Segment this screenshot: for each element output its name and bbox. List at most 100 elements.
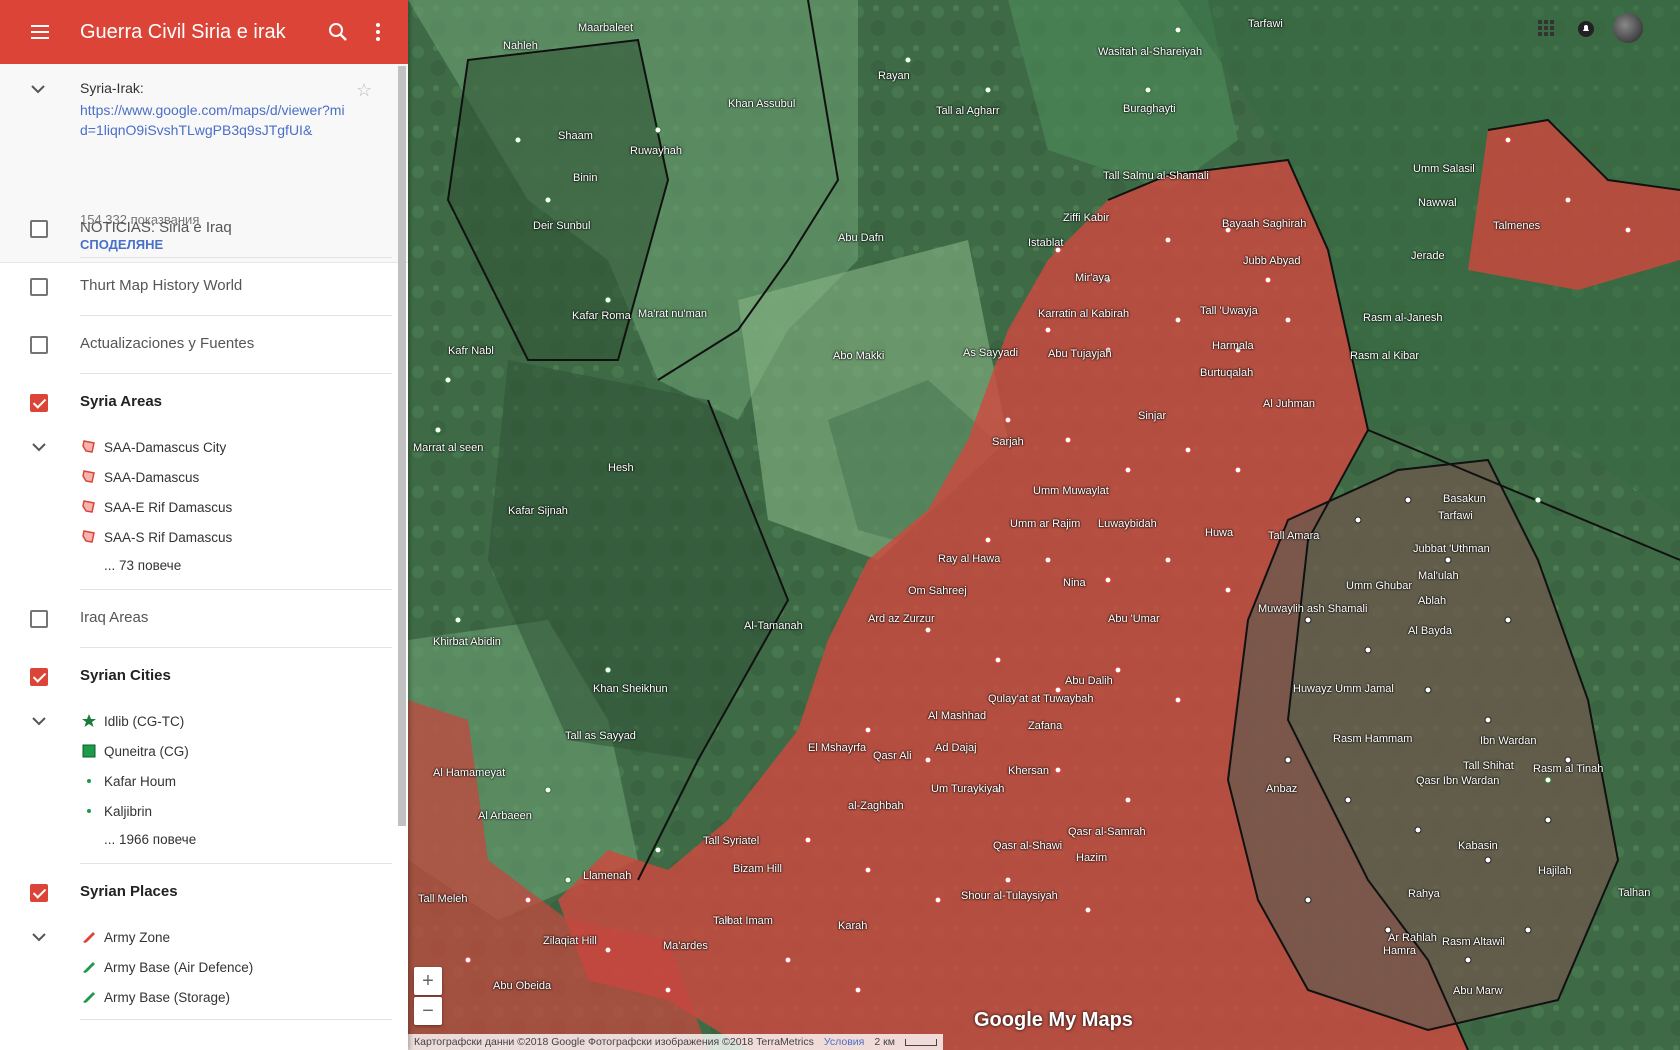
map-label: Mal'ulah xyxy=(1418,570,1459,582)
terms-link[interactable]: Условия xyxy=(824,1036,864,1048)
layer-item[interactable]: Army Base (Air Defence) xyxy=(80,952,253,982)
map-label: Harmala xyxy=(1212,340,1254,352)
layer-syria-areas: Syria Areas xyxy=(0,374,408,432)
map-label: Al Juhman xyxy=(1263,398,1315,410)
dot-marker-icon xyxy=(80,802,98,820)
layer-item[interactable]: SAA-E Rif Damascus xyxy=(80,492,232,522)
google-my-maps-logo: Google My Maps xyxy=(974,1009,1133,1031)
map-label: Rahya xyxy=(1408,888,1440,900)
notifications-icon[interactable] xyxy=(1578,20,1594,38)
map-label: Tarfawi xyxy=(1248,18,1283,30)
chevron-down-icon[interactable] xyxy=(31,932,47,942)
layer-name[interactable]: Syrian Cities xyxy=(80,667,171,684)
scale-bar xyxy=(904,1038,937,1046)
map-label: Marrat al seen xyxy=(413,442,484,454)
layer-name[interactable]: Syria Areas xyxy=(80,393,162,410)
map-label: Rasm al Tinah xyxy=(1533,763,1604,775)
map-label: Bizam Hill xyxy=(733,863,782,875)
layer-item[interactable]: Idlib (CG-TC) xyxy=(80,706,184,736)
layer-item[interactable]: Army Zone xyxy=(80,922,170,952)
map-label: Qasr al-Shawi xyxy=(993,840,1063,852)
scale-label: 2 км xyxy=(874,1036,895,1048)
layer-item[interactable]: SAA-Damascus xyxy=(80,462,199,492)
zoom-in-button[interactable]: + xyxy=(414,967,442,995)
map-label: Qasr Ali xyxy=(873,750,912,762)
map-label: Abu Dafn xyxy=(838,232,884,244)
zoom-out-button[interactable]: − xyxy=(414,997,442,1025)
map-label: Rayan xyxy=(878,70,910,82)
layer-item-label: Army Zone xyxy=(104,929,171,945)
layer-checkbox[interactable] xyxy=(30,610,48,628)
star-icon[interactable]: ☆ xyxy=(356,80,372,101)
scrollbar[interactable] xyxy=(398,66,406,826)
chevron-down-icon[interactable] xyxy=(30,84,46,94)
map-label: Wasitah al-Shareiyah xyxy=(1098,46,1203,58)
search-icon[interactable] xyxy=(318,12,358,52)
layer-item-label: Army Base (Storage) xyxy=(104,989,231,1005)
layer-checkbox[interactable] xyxy=(30,336,48,354)
chevron-down-icon[interactable] xyxy=(31,716,47,726)
map-label: Tall Shihat xyxy=(1463,760,1514,772)
map-label: Rasm al Kibar xyxy=(1350,350,1420,362)
layer-item-label: SAA-Damascus xyxy=(104,469,200,485)
more-items-link[interactable]: ... 1966 повече xyxy=(104,832,196,847)
map-label: Umm Salasil xyxy=(1413,163,1475,175)
map-label: Khan Assubul xyxy=(728,98,796,110)
layer-checkbox[interactable] xyxy=(30,220,48,238)
map-label: Kafar Roma xyxy=(572,310,631,322)
map-label: Ma'rat nu'man xyxy=(638,308,708,320)
map-title: Guerra Civil Siria e irak xyxy=(80,20,286,43)
map-label: Al Bayda xyxy=(1408,625,1453,637)
chevron-down-icon[interactable] xyxy=(31,442,47,452)
map-label: Abu Marw xyxy=(1453,985,1503,997)
layer-thurt-map-history-world: Thurt Map History World xyxy=(0,258,408,316)
map-label: Muwaylih ash Shamali xyxy=(1258,603,1368,615)
layer-item[interactable]: Kaljibrin xyxy=(80,796,152,826)
map-label: Ibn Wardan xyxy=(1480,735,1537,747)
map-label: Mir'aya xyxy=(1075,272,1111,284)
menu-icon[interactable] xyxy=(20,12,60,52)
map-link[interactable]: https://www.google.com/maps/d/viewer?mid… xyxy=(80,100,350,140)
apps-grid-icon[interactable] xyxy=(1538,20,1554,36)
layer-item[interactable]: Quneitra (CG) xyxy=(80,736,189,766)
layer-checkbox[interactable] xyxy=(30,884,48,902)
map-label: Ruwayhah xyxy=(630,145,682,157)
polygon-icon xyxy=(80,528,98,546)
rifle-icon xyxy=(80,928,98,946)
avatar[interactable] xyxy=(1613,13,1643,43)
layer-item[interactable]: SAA-Damascus City xyxy=(80,432,226,462)
layer-checkbox[interactable] xyxy=(30,394,48,412)
more-items-link[interactable]: ... 73 повече xyxy=(104,558,181,573)
map-label: Tall Syriatel xyxy=(703,835,760,847)
layer-item[interactable]: SAA-S Rif Damascus xyxy=(80,522,232,552)
layer-item[interactable]: Army Base (Storage) xyxy=(80,982,230,1012)
layer-checkbox[interactable] xyxy=(30,278,48,296)
layer-iraq-areas: Iraq Areas xyxy=(0,590,408,648)
map-label: Tall as Sayyad xyxy=(565,730,636,742)
map-label: Karratin al Kabirah xyxy=(1038,308,1130,320)
layer-item-label: Quneitra (CG) xyxy=(104,743,189,759)
map-label: Khersan xyxy=(1008,765,1049,777)
map-label: Maarbaleet xyxy=(578,22,634,34)
map-label: Hazim xyxy=(1076,852,1108,864)
map-label: Jubb Abyad xyxy=(1243,255,1301,267)
layer-name[interactable]: Thurt Map History World xyxy=(80,277,242,294)
map-canvas[interactable]: Maarbaleet Rayan Wasitah al-Shareiyah Ta… xyxy=(408,0,1680,1050)
map-label: Sarjah xyxy=(992,436,1024,448)
layer-name[interactable]: NOTICIAS: Siria e Iraq xyxy=(80,219,232,236)
map-label: Binin xyxy=(573,172,598,184)
map-label: Tall Salmu al-Shamali xyxy=(1103,170,1209,182)
map-label: Ard az Zurzur xyxy=(868,613,935,625)
map-label: Abu Dalih xyxy=(1065,675,1113,687)
map-label: Shour al-Tulaysiyah xyxy=(961,890,1058,902)
layer-name[interactable]: Syrian Places xyxy=(80,883,178,900)
layer-checkbox[interactable] xyxy=(30,668,48,686)
more-vert-icon[interactable] xyxy=(358,12,398,52)
layer-item-label: SAA-E Rif Damascus xyxy=(104,499,233,515)
layer-item[interactable]: Kafar Houm xyxy=(80,766,176,796)
map-label: Jerade xyxy=(1411,250,1445,262)
layer-name[interactable]: Iraq Areas xyxy=(80,609,148,626)
map-label: Abo Makki xyxy=(833,350,885,362)
map-label: Kabasin xyxy=(1458,840,1498,852)
layer-name[interactable]: Actualizaciones y Fuentes xyxy=(80,335,254,352)
